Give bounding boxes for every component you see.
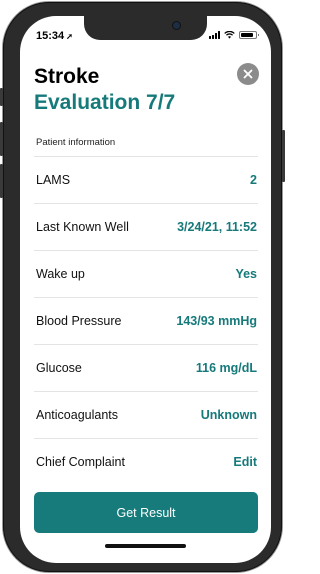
volume-down-button (0, 164, 3, 198)
row-label: Wake up (36, 267, 85, 281)
row-chief-complaint[interactable]: Chief Complaint Edit (34, 438, 258, 485)
power-button (282, 130, 285, 182)
screen: 15:34 ➚ Stroke Evaluation 7/7 Patient inf… (20, 16, 271, 563)
volume-up-button (0, 122, 3, 156)
row-value: 2 (250, 173, 257, 187)
row-blood-pressure[interactable]: Blood Pressure 143/93 mmHg (34, 297, 258, 344)
row-label: Last Known Well (36, 220, 129, 234)
page-subtitle: Evaluation 7/7 (34, 91, 176, 114)
row-glucose[interactable]: Glucose 116 mg/dL (34, 344, 258, 391)
row-label: Chief Complaint (36, 455, 125, 469)
close-icon (243, 69, 253, 79)
row-value: 143/93 mmHg (176, 314, 257, 328)
edit-link[interactable]: Edit (233, 455, 257, 469)
battery-icon (239, 31, 259, 39)
close-button[interactable] (237, 63, 259, 85)
camera-icon (173, 22, 180, 29)
row-value: Unknown (200, 408, 257, 422)
row-last-known-well[interactable]: Last Known Well 3/24/21, 11:52 (34, 203, 258, 250)
section-label: Patient information (36, 137, 116, 148)
home-indicator[interactable] (105, 544, 186, 548)
signal-icon (209, 31, 220, 39)
row-value: 116 mg/dL (195, 361, 257, 375)
get-result-button[interactable]: Get Result (34, 492, 258, 533)
phone-frame: 15:34 ➚ Stroke Evaluation 7/7 Patient inf… (0, 2, 285, 572)
row-lams[interactable]: LAMS 2 (34, 156, 258, 203)
location-icon: ➚ (66, 32, 73, 41)
row-value: Yes (235, 267, 257, 281)
row-label: LAMS (36, 173, 71, 187)
row-label: Anticoagulants (36, 408, 119, 422)
clock: 15:34 (36, 30, 65, 42)
row-value: 3/24/21, 11:52 (177, 220, 257, 234)
notch (84, 16, 207, 40)
status-time: 15:34 ➚ (36, 30, 73, 42)
mute-switch (0, 88, 3, 106)
row-label: Glucose (36, 361, 82, 375)
row-anticoagulants[interactable]: Anticoagulants Unknown (34, 391, 258, 438)
status-icons (209, 31, 259, 39)
row-label: Blood Pressure (36, 314, 122, 328)
patient-info-list: LAMS 2 Last Known Well 3/24/21, 11:52 Wa… (34, 156, 258, 485)
page-title: Stroke (34, 65, 100, 88)
row-wake-up[interactable]: Wake up Yes (34, 250, 258, 297)
wifi-icon (224, 31, 235, 39)
